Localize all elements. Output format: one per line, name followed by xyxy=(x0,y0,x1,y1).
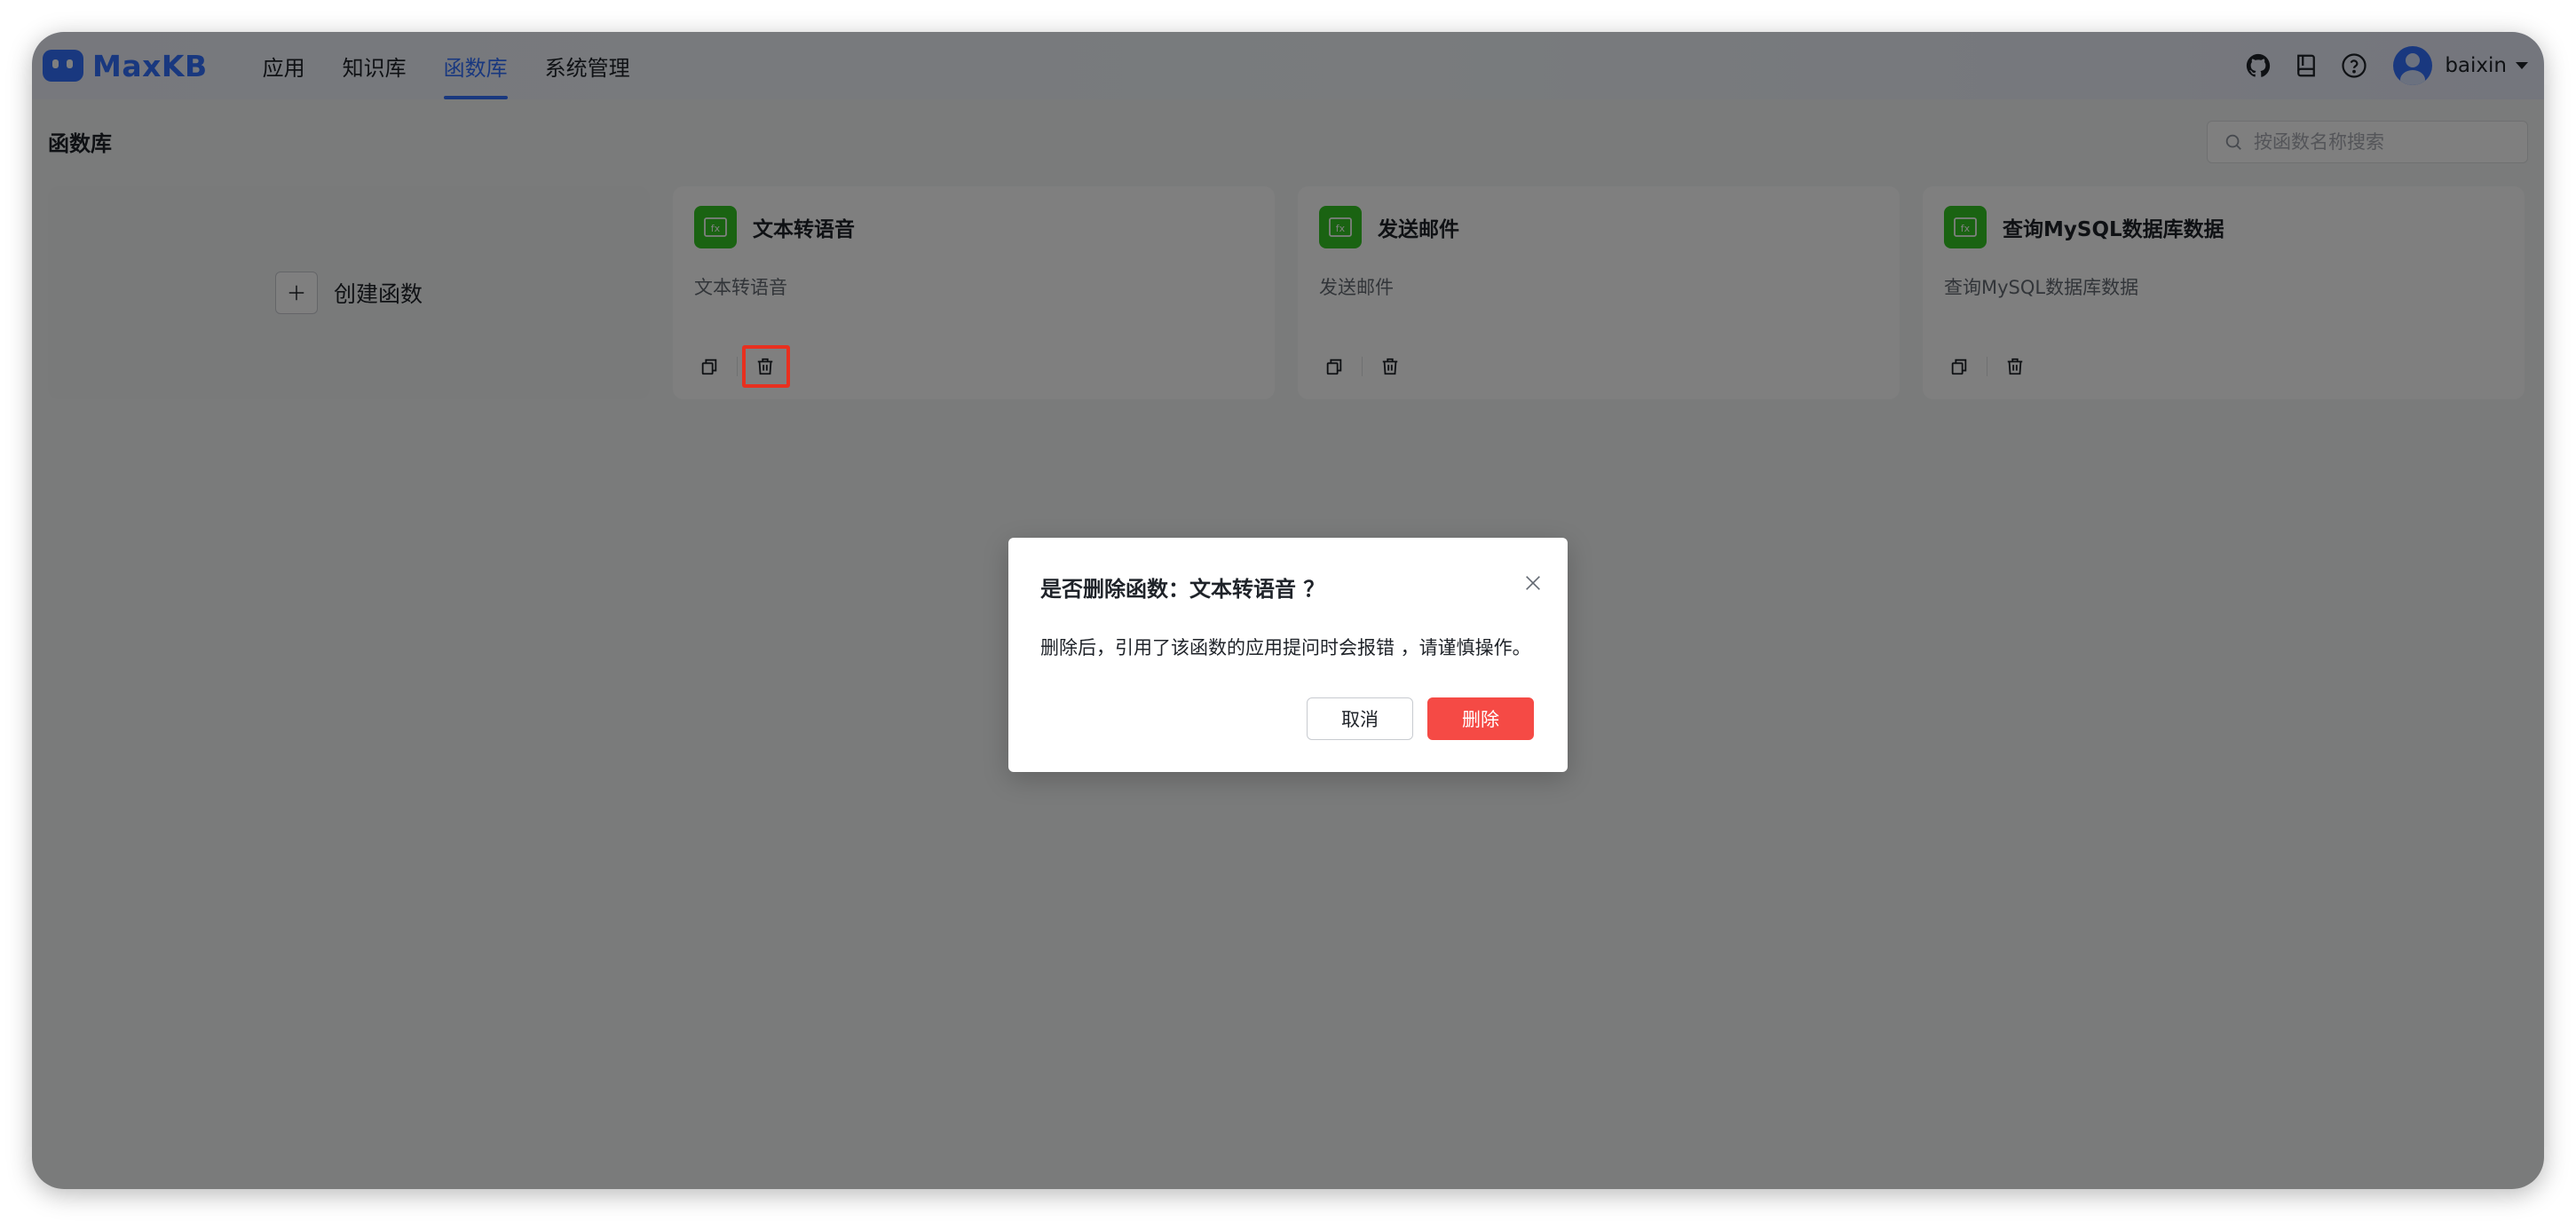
delete-highlight-box xyxy=(742,345,790,388)
dialog-title: 是否删除函数：文本转语音 ？ xyxy=(1040,577,1325,602)
cancel-button[interactable]: 取消 xyxy=(1307,697,1413,740)
app-window: MaxKB 应用 知识库 函数库 系统管理 baixin 函数库 xyxy=(32,32,2544,1189)
dialog-message: 删除后，引用了该函数的应用提问时会报错 ，请谨慎操作。 xyxy=(1040,637,1531,658)
confirm-delete-button[interactable]: 删除 xyxy=(1427,697,1534,740)
delete-confirm-dialog: 是否删除函数：文本转语音 ？ 删除后，引用了该函数的应用提问时会报错 ，请谨慎操… xyxy=(1008,538,1568,772)
close-icon[interactable] xyxy=(1520,570,1546,596)
